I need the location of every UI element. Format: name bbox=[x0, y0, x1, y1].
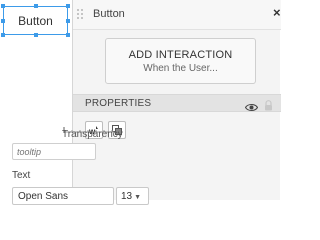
panel-title: Button bbox=[93, 8, 125, 20]
font-size-value: 13 bbox=[121, 191, 133, 202]
drag-grip-icon[interactable] bbox=[77, 9, 83, 21]
caret-down-icon: ▼ bbox=[134, 194, 142, 201]
resize-handle-top-right[interactable] bbox=[66, 4, 70, 8]
properties-title: PROPERTIES bbox=[85, 98, 152, 109]
transparency-slider[interactable] bbox=[62, 121, 118, 133]
button-widget[interactable]: Button bbox=[3, 6, 68, 35]
resize-handle-bottom[interactable] bbox=[34, 33, 38, 37]
add-interaction-label: ADD INTERACTION bbox=[128, 49, 233, 61]
close-icon[interactable]: × bbox=[273, 5, 281, 20]
font-family-select[interactable]: Open Sans bbox=[12, 187, 114, 205]
lock-icon[interactable] bbox=[264, 98, 273, 116]
font-family-value: Open Sans bbox=[18, 191, 69, 202]
transparency-label: Transparency bbox=[62, 129, 123, 140]
resize-handle-bottom-left[interactable] bbox=[1, 33, 5, 37]
resize-handle-right[interactable] bbox=[66, 19, 70, 23]
eye-icon[interactable] bbox=[244, 99, 259, 117]
add-interaction-button[interactable]: ADD INTERACTION When the User... bbox=[105, 38, 256, 84]
font-size-select[interactable]: 13 ▼ bbox=[116, 187, 149, 205]
design-canvas[interactable]: Button bbox=[0, 0, 72, 200]
button-widget-label: Button bbox=[18, 13, 53, 28]
resize-handle-top[interactable] bbox=[34, 4, 38, 8]
resize-handle-bottom-right[interactable] bbox=[66, 33, 70, 37]
resize-handle-left[interactable] bbox=[1, 19, 5, 23]
resize-handle-top-left[interactable] bbox=[1, 4, 5, 8]
text-section-label: Text bbox=[12, 170, 31, 181]
panel-header[interactable]: Button × bbox=[73, 0, 281, 30]
tooltip-input[interactable] bbox=[12, 143, 96, 160]
add-interaction-sublabel: When the User... bbox=[143, 63, 218, 74]
properties-section-header[interactable]: PROPERTIES bbox=[73, 94, 281, 112]
inspector-panel: Button × ADD INTERACTION When the User..… bbox=[72, 0, 281, 200]
